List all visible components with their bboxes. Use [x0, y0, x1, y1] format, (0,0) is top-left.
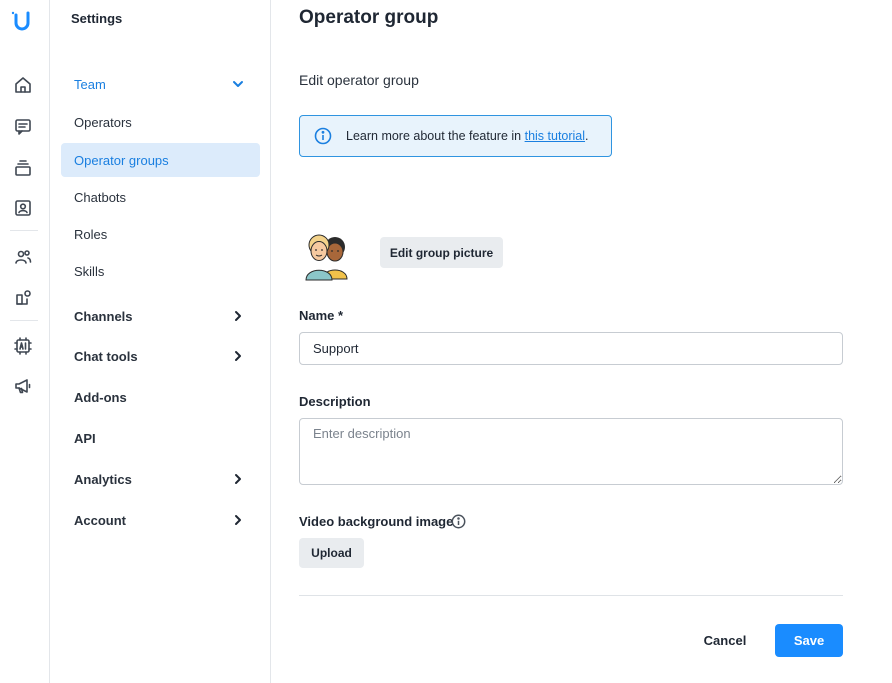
- sidebar-item-skills[interactable]: Skills: [61, 254, 260, 288]
- sidebar-item-channels[interactable]: Channels: [61, 299, 260, 333]
- sidebar-item-label: Add-ons: [74, 389, 127, 405]
- ai-chip-icon[interactable]: [13, 336, 33, 356]
- sidebar-item-label: Roles: [74, 226, 108, 242]
- info-text-prefix: Learn more about the feature in: [346, 129, 525, 143]
- footer-divider: [299, 595, 843, 596]
- contacts-icon[interactable]: [13, 198, 33, 218]
- page-title: Operator group: [299, 7, 439, 28]
- megaphone-icon[interactable]: [13, 376, 33, 396]
- team-icon[interactable]: [13, 247, 33, 267]
- sidebar-item-label: Account: [74, 512, 126, 528]
- chevron-right-icon: [232, 310, 244, 322]
- page-subtitle: Edit operator group: [299, 72, 419, 88]
- sidebar-item-api[interactable]: API: [61, 421, 260, 455]
- info-banner: Learn more about the feature in this tut…: [299, 115, 612, 157]
- name-field[interactable]: [299, 332, 843, 365]
- sidebar-item-label: Skills: [74, 263, 105, 279]
- chevron-right-icon: [232, 514, 244, 526]
- sidebar-item-operator-groups[interactable]: Operator groups: [61, 143, 260, 177]
- sidebar-item-roles[interactable]: Roles: [61, 217, 260, 251]
- icon-rail: [0, 0, 50, 683]
- sidebar-item-label: Chatbots: [74, 189, 127, 205]
- sidebar-item-add-ons[interactable]: Add-ons: [61, 380, 260, 414]
- sidebar-item-operators[interactable]: Operators: [61, 105, 260, 139]
- name-label: Name *: [299, 308, 344, 323]
- rail-divider: [10, 230, 38, 231]
- sidebar-item-chat-tools[interactable]: Chat tools: [61, 339, 260, 373]
- info-icon: [314, 127, 332, 145]
- tutorial-link[interactable]: this tutorial: [525, 129, 585, 143]
- home-icon[interactable]: [13, 75, 33, 95]
- integrations-icon[interactable]: [13, 288, 33, 308]
- save-button[interactable]: Save: [775, 624, 843, 657]
- sidebar-item-label: Team: [74, 76, 106, 92]
- sidebar-item-label: Operator groups: [74, 152, 169, 168]
- description-field[interactable]: [299, 418, 843, 485]
- chevron-right-icon: [232, 350, 244, 362]
- settings-sidebar: Settings Team Operators Operator groups …: [50, 0, 271, 683]
- info-text: Learn more about the feature in this tut…: [346, 129, 589, 143]
- chevron-down-icon: [232, 78, 244, 90]
- rail-divider: [10, 320, 38, 321]
- chat-icon[interactable]: [13, 117, 33, 137]
- sidebar-item-label: Operators: [74, 114, 132, 130]
- chevron-right-icon: [232, 473, 244, 485]
- sidebar-item-label: Chat tools: [74, 348, 138, 364]
- sidebar-item-account[interactable]: Account: [61, 503, 260, 537]
- video-background-label: Video background image: [299, 514, 454, 529]
- info-icon[interactable]: [451, 514, 466, 529]
- sidebar-item-analytics[interactable]: Analytics: [61, 462, 260, 496]
- logo-icon[interactable]: [10, 10, 34, 34]
- cancel-button[interactable]: Cancel: [695, 624, 755, 656]
- main-content: Operator group Edit operator group Learn…: [271, 0, 892, 683]
- edit-group-picture-button[interactable]: Edit group picture: [380, 237, 503, 268]
- group-avatar: [301, 229, 353, 281]
- sidebar-item-label: Analytics: [74, 471, 132, 487]
- sidebar-item-team[interactable]: Team: [61, 67, 260, 101]
- sidebar-title: Settings: [71, 11, 123, 26]
- sidebar-item-label: API: [74, 430, 96, 446]
- info-text-suffix: .: [585, 129, 589, 143]
- inbox-stack-icon[interactable]: [13, 158, 33, 178]
- upload-button[interactable]: Upload: [299, 538, 364, 568]
- sidebar-item-label: Channels: [74, 308, 133, 324]
- sidebar-item-chatbots[interactable]: Chatbots: [61, 180, 260, 214]
- description-label: Description: [299, 394, 371, 409]
